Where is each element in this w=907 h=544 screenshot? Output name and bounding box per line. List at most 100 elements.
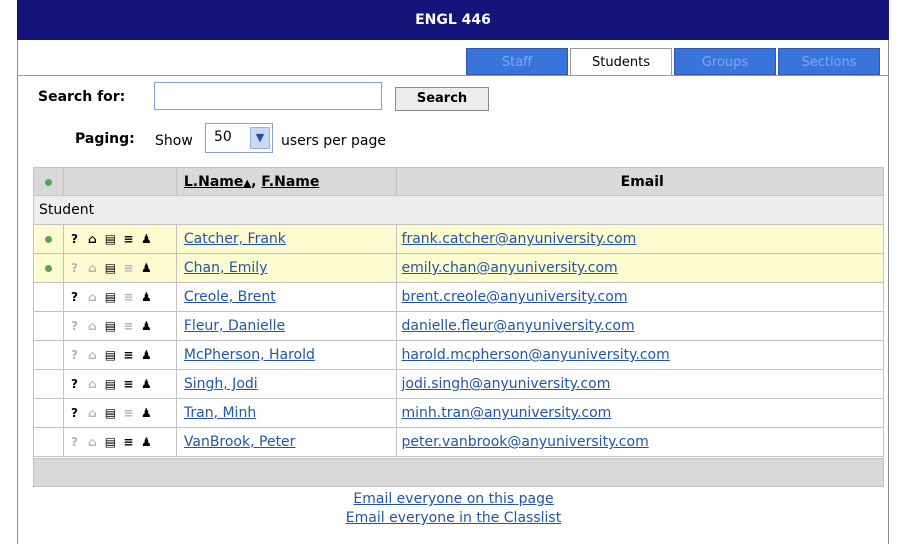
student-name-link[interactable]: Tran, Minh (184, 405, 256, 421)
email-cell: minh.tran@anyuniversity.com (395, 398, 885, 428)
table-row: ? ⌂ ▤ ≡ ♟ Singh, Jodi jodi.singh@anyuniversity… (33, 369, 885, 399)
home-icon[interactable]: ⌂ (86, 435, 99, 449)
student-name-link[interactable]: Chan, Emily (184, 260, 268, 276)
actions-cell: ? ⌂ ▤ ≡ ♟ (62, 253, 177, 283)
student-email-link[interactable]: minh.tran@anyuniversity.com (402, 405, 612, 421)
grades-icon[interactable]: ≡ (122, 261, 135, 275)
profile-icon[interactable]: ▤ (104, 319, 117, 333)
student-name-link[interactable]: Creole, Brent (184, 289, 276, 305)
email-classlist-link[interactable]: Email everyone in the Classlist (346, 510, 561, 526)
grades-icon[interactable]: ≡ (122, 377, 135, 391)
tab-groups[interactable]: Groups (674, 48, 776, 75)
help-icon[interactable]: ? (68, 348, 81, 362)
help-icon[interactable]: ? (68, 261, 81, 275)
student-email-link[interactable]: frank.catcher@anyuniversity.com (402, 231, 637, 247)
help-icon[interactable]: ? (68, 377, 81, 391)
home-icon[interactable]: ⌂ (86, 406, 99, 420)
group-label: Student (39, 202, 95, 218)
student-email-link[interactable]: peter.vanbrook@anyuniversity.com (402, 434, 649, 450)
profile-icon[interactable]: ▤ (104, 290, 117, 304)
help-icon[interactable]: ? (68, 435, 81, 449)
profile-icon[interactable]: ▤ (104, 435, 117, 449)
sort-ascending-icon: ▲ (243, 177, 252, 189)
grades-icon[interactable]: ≡ (122, 406, 135, 420)
student-email-link[interactable]: harold.mcpherson@anyuniversity.com (402, 347, 670, 363)
grades-icon[interactable]: ≡ (122, 290, 135, 304)
student-name-link[interactable]: McPherson, Harold (184, 347, 315, 363)
user-icon[interactable]: ♟ (140, 377, 153, 391)
email-cell: peter.vanbrook@anyuniversity.com (395, 427, 885, 457)
home-icon[interactable]: ⌂ (86, 377, 99, 391)
user-icon[interactable]: ♟ (140, 261, 153, 275)
icons-header (62, 167, 177, 196)
user-icon[interactable]: ♟ (140, 290, 153, 304)
search-input[interactable] (154, 82, 382, 110)
grades-icon[interactable]: ≡ (122, 319, 135, 333)
help-icon[interactable]: ? (68, 406, 81, 420)
home-icon[interactable]: ⌂ (86, 290, 99, 304)
student-name-link[interactable]: Singh, Jodi (184, 376, 258, 392)
student-email-link[interactable]: danielle.fleur@anyuniversity.com (402, 318, 635, 334)
search-button[interactable]: Search (395, 87, 489, 111)
status-cell (33, 253, 64, 283)
table-row: ? ⌂ ▤ ≡ ♟ Creole, Brent brent.creole@anyuniver… (33, 282, 885, 312)
page-size-select[interactable]: 50 ▼ (205, 123, 273, 153)
students-table: L.Name▲, F.Name Email Student ? ⌂ ▤ ≡ ♟ Catch… (33, 167, 885, 457)
profile-icon[interactable]: ▤ (104, 377, 117, 391)
tab-students[interactable]: Students (570, 48, 672, 75)
student-name-link[interactable]: Fleur, Danielle (184, 318, 285, 334)
name-cell: Catcher, Frank (175, 224, 397, 254)
sort-first-name-link[interactable]: F.Name (261, 174, 319, 190)
home-icon[interactable]: ⌂ (86, 319, 99, 333)
help-icon[interactable]: ? (68, 232, 81, 246)
name-separator: , (251, 173, 257, 190)
status-cell (33, 340, 64, 370)
status-cell (33, 398, 64, 428)
profile-icon[interactable]: ▤ (104, 232, 117, 246)
grades-icon[interactable]: ≡ (122, 232, 135, 246)
user-icon[interactable]: ♟ (140, 435, 153, 449)
student-email-link[interactable]: emily.chan@anyuniversity.com (402, 260, 618, 276)
help-icon[interactable]: ? (68, 290, 81, 304)
user-icon[interactable]: ♟ (140, 406, 153, 420)
table-header-row: L.Name▲, F.Name Email (33, 167, 885, 196)
actions-cell: ? ⌂ ▤ ≡ ♟ (62, 282, 177, 312)
group-row: Student (33, 195, 884, 225)
email-page-link[interactable]: Email everyone on this page (353, 491, 553, 507)
name-cell: Singh, Jodi (175, 369, 397, 399)
sort-last-name-link[interactable]: L.Name▲ (184, 174, 251, 190)
user-icon[interactable]: ♟ (140, 319, 153, 333)
select-all-header[interactable] (33, 167, 64, 196)
name-cell: McPherson, Harold (175, 340, 397, 370)
student-name-link[interactable]: VanBrook, Peter (184, 434, 296, 450)
actions-cell: ? ⌂ ▤ ≡ ♟ (62, 369, 177, 399)
paging-show-text: Show (155, 133, 193, 149)
table-row: ? ⌂ ▤ ≡ ♟ Fleur, Danielle danielle.fleur@anyun… (33, 311, 885, 341)
user-icon[interactable]: ♟ (140, 348, 153, 362)
home-icon[interactable]: ⌂ (86, 232, 99, 246)
student-email-link[interactable]: jodi.singh@anyuniversity.com (402, 376, 611, 392)
chevron-down-icon[interactable]: ▼ (250, 127, 270, 149)
table-row: ? ⌂ ▤ ≡ ♟ VanBrook, Peter peter.vanbrook@anyun… (33, 427, 885, 457)
name-cell: Chan, Emily (175, 253, 397, 283)
profile-icon[interactable]: ▤ (104, 348, 117, 362)
profile-icon[interactable]: ▤ (104, 261, 117, 275)
name-cell: VanBrook, Peter (175, 427, 397, 457)
tab-bar: Staff Students Groups Sections (466, 48, 882, 75)
tab-sections[interactable]: Sections (778, 48, 880, 75)
status-cell (33, 311, 64, 341)
email-header: Email (395, 167, 885, 196)
grades-icon[interactable]: ≡ (122, 435, 135, 449)
home-icon[interactable]: ⌂ (86, 348, 99, 362)
tab-staff[interactable]: Staff (466, 48, 568, 75)
profile-icon[interactable]: ▤ (104, 406, 117, 420)
student-name-link[interactable]: Catcher, Frank (184, 231, 286, 247)
grades-icon[interactable]: ≡ (122, 348, 135, 362)
user-icon[interactable]: ♟ (140, 232, 153, 246)
paging-suffix-text: users per page (281, 133, 386, 149)
student-email-link[interactable]: brent.creole@anyuniversity.com (402, 289, 628, 305)
table-row: ? ⌂ ▤ ≡ ♟ McPherson, Harold harold.mcpherson@a… (33, 340, 885, 370)
email-cell: brent.creole@anyuniversity.com (395, 282, 885, 312)
help-icon[interactable]: ? (68, 319, 81, 333)
home-icon[interactable]: ⌂ (86, 261, 99, 275)
